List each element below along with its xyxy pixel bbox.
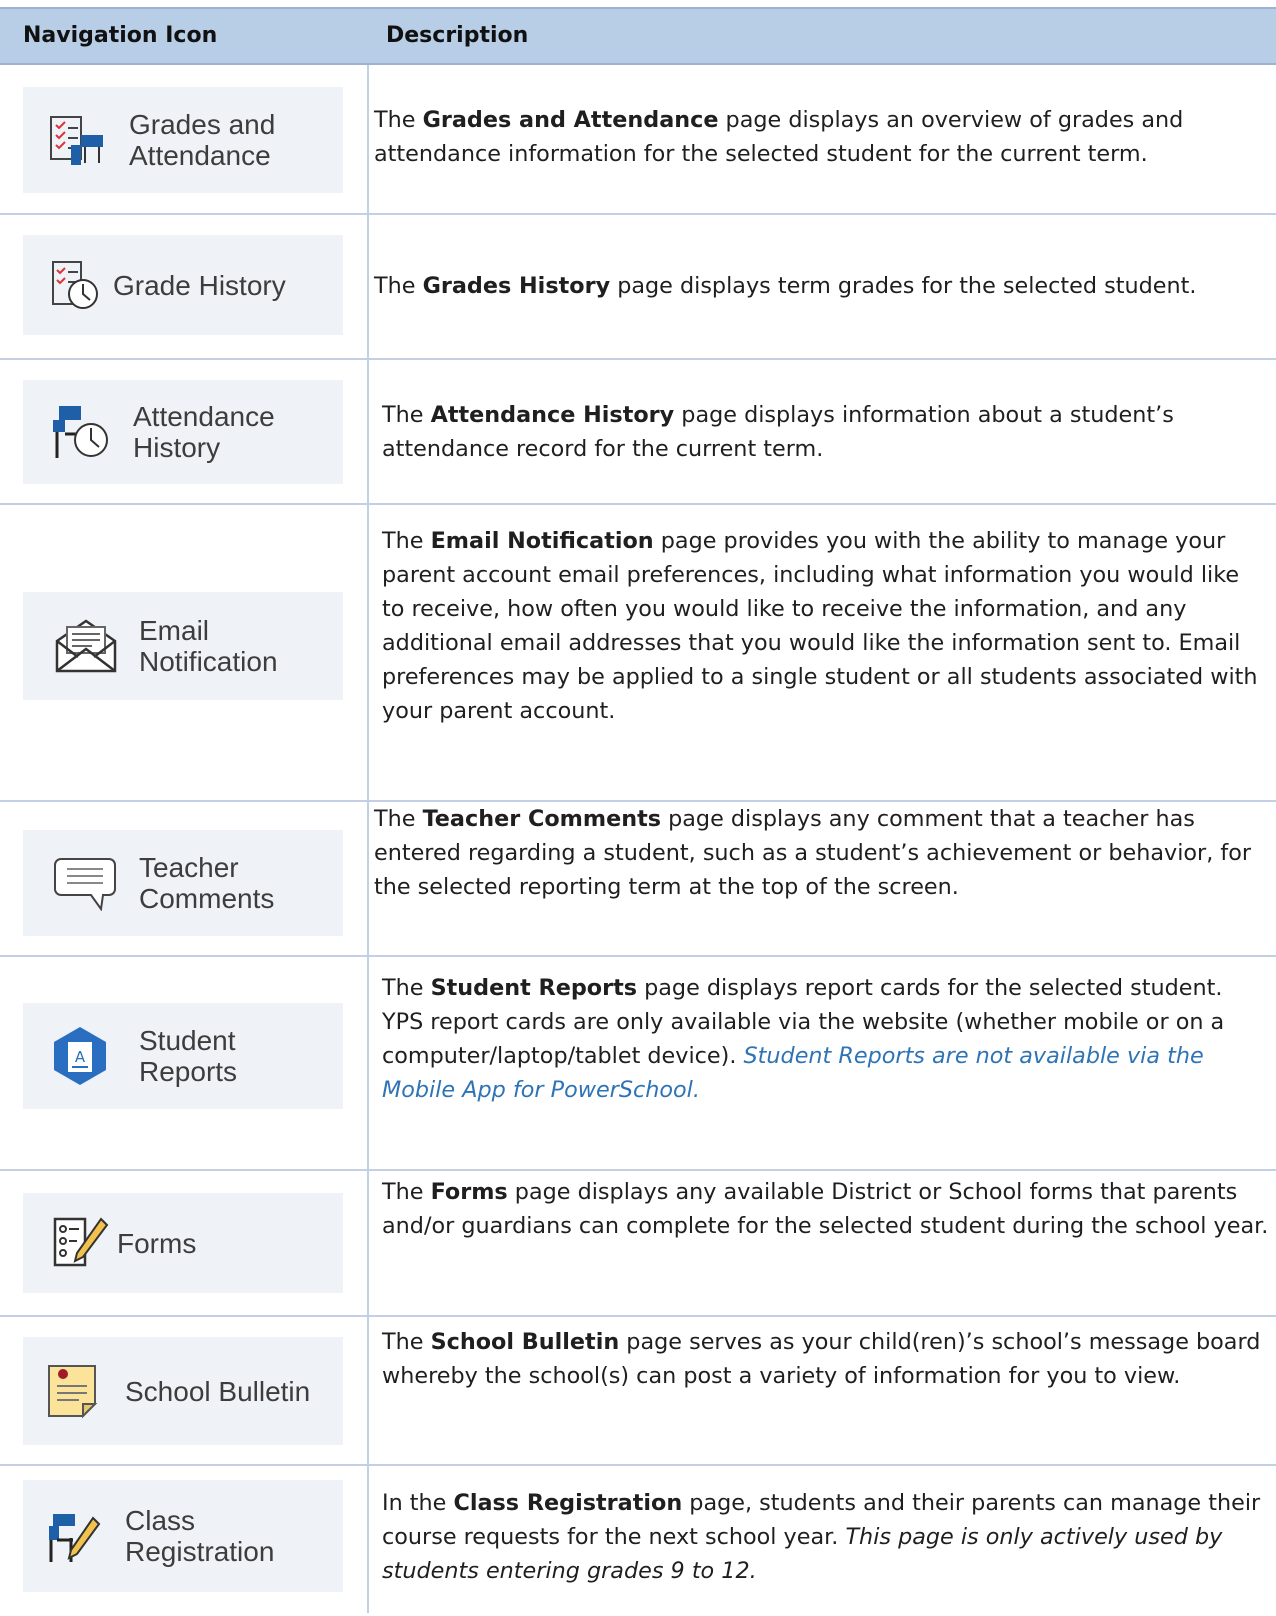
row-description: The Grades History page displays term gr… — [374, 273, 1197, 299]
nav-label: Attendance — [133, 401, 275, 432]
table-row: Class Registration In the Class Registra… — [0, 1466, 1276, 1616]
student-reports-hexagon-icon: A — [54, 1027, 106, 1085]
row-description: In the Class Registration page, students… — [382, 1490, 1261, 1584]
table-row: Grades and Attendance The Grades and Att… — [0, 65, 1276, 215]
nav-attendance-history[interactable]: Attendance History — [23, 380, 343, 484]
nav-label: Student — [139, 1025, 236, 1056]
nav-forms[interactable]: Forms — [23, 1193, 343, 1293]
nav-label: Reports — [139, 1056, 238, 1087]
header-navigation-icon: Navigation Icon — [23, 23, 218, 48]
nav-label: Forms — [117, 1227, 197, 1259]
table-row: School Bulletin The School Bulletin page… — [0, 1317, 1276, 1466]
column-divider — [367, 65, 369, 1613]
table-row: A Student Reports The Student Reports pa… — [0, 957, 1276, 1171]
table-row: Grade History The Grades History page di… — [0, 215, 1276, 360]
nav-class-registration[interactable]: Class Registration — [23, 1480, 343, 1592]
desk-pencil-icon — [49, 1514, 101, 1562]
nav-email-notification[interactable]: Email Notification — [23, 592, 343, 700]
table-row: Email Notification The Email Notificatio… — [0, 505, 1276, 802]
nav-label: Attendance — [129, 140, 271, 171]
nav-school-bulletin[interactable]: School Bulletin — [23, 1337, 343, 1445]
grade-history-icon — [52, 261, 98, 309]
row-description: The Student Reports page displays report… — [382, 975, 1225, 1103]
nav-label: Teacher — [139, 852, 239, 883]
row-description: The Grades and Attendance page displays … — [374, 107, 1184, 167]
nav-label: Email — [139, 615, 210, 646]
nav-grade-history[interactable]: Grade History — [23, 235, 343, 335]
header-description: Description — [386, 23, 529, 48]
nav-student-reports[interactable]: A Student Reports — [23, 1003, 343, 1109]
row-description: The Email Notification page provides you… — [382, 528, 1258, 724]
nav-label: Grades and — [129, 109, 276, 140]
nav-grades-attendance[interactable]: Grades and Attendance — [23, 87, 343, 193]
forms-checklist-pencil-icon — [53, 1217, 109, 1267]
svg-text:A: A — [75, 1048, 86, 1066]
row-description: The Attendance History page displays inf… — [382, 402, 1174, 462]
navigation-table: Navigation Icon Description Grades and A… — [0, 7, 1276, 1616]
nav-label: Class — [125, 1505, 196, 1536]
table-row: Teacher Comments The Teacher Comments pa… — [0, 802, 1276, 957]
row-description: The School Bulletin page serves as your … — [382, 1329, 1261, 1389]
attendance-history-icon — [53, 406, 108, 458]
nav-label: History — [133, 432, 221, 463]
speech-bubble-icon — [54, 858, 116, 911]
row-description: The Forms page displays any available Di… — [382, 1179, 1269, 1239]
nav-label: Grade History — [113, 269, 286, 301]
bulletin-note-pin-icon — [48, 1365, 98, 1419]
nav-label: Comments — [139, 883, 275, 914]
table-header: Navigation Icon Description — [0, 7, 1276, 65]
table-row: Attendance History The Attendance Histor… — [0, 360, 1276, 505]
nav-teacher-comments[interactable]: Teacher Comments — [23, 830, 343, 936]
nav-label: Registration — [125, 1536, 275, 1567]
email-envelope-icon — [55, 619, 117, 673]
nav-label: Notification — [139, 646, 278, 677]
grades-attendance-icon — [50, 116, 103, 165]
nav-label: School Bulletin — [125, 1375, 311, 1407]
table-row: Forms The Forms page displays any availa… — [0, 1171, 1276, 1317]
row-description: The Teacher Comments page displays any c… — [374, 806, 1252, 900]
